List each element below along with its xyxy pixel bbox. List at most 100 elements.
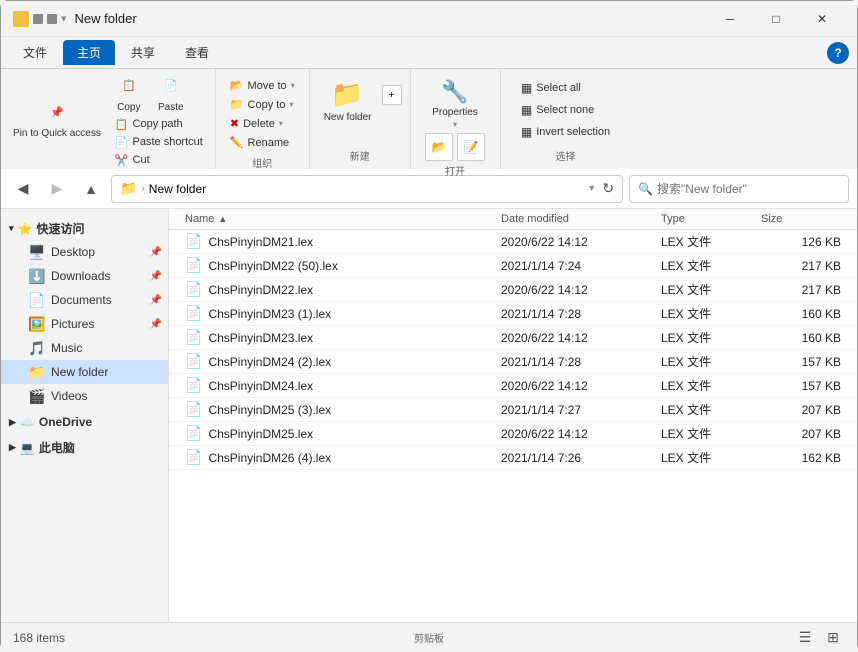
file-size-cell: 207 KB xyxy=(761,427,841,441)
sidebar-item-desktop[interactable]: 🖥️ Desktop 📌 xyxy=(1,240,168,264)
paste-shortcut-label: Paste shortcut xyxy=(133,136,203,148)
properties-icon: 🔧 xyxy=(441,79,468,105)
up-button[interactable]: ▲ xyxy=(77,175,105,203)
music-icon: 🎵 xyxy=(29,340,45,356)
sidebar-item-videos[interactable]: 🎬 Videos xyxy=(1,384,168,408)
tab-share[interactable]: 共享 xyxy=(117,40,169,65)
file-name-text: ChsPinyinDM26 (4).lex xyxy=(208,451,331,465)
documents-icon: 📄 xyxy=(29,292,45,308)
table-row[interactable]: 📄 ChsPinyinDM24.lex 2020/6/22 14:12 LEX … xyxy=(169,374,857,398)
copy-button[interactable]: 📋 Copy xyxy=(109,70,149,115)
file-type-icon: 📄 xyxy=(185,377,202,394)
tab-home[interactable]: 主页 xyxy=(63,40,115,65)
title-separator: ▾ xyxy=(61,12,67,25)
search-box[interactable]: 🔍 xyxy=(629,175,849,203)
address-path[interactable]: 📁 › New folder ▾ ↻ xyxy=(111,175,623,203)
table-row[interactable]: 📄 ChsPinyinDM26 (4).lex 2021/1/14 7:26 L… xyxy=(169,446,857,470)
file-type-icon: 📄 xyxy=(185,329,202,346)
pin-to-quick-access-button[interactable]: 📌 Pin to Quick access xyxy=(7,96,107,142)
file-type-cell: LEX 文件 xyxy=(661,401,761,418)
sidebar-item-pictures[interactable]: 🖼️ Pictures 📌 xyxy=(1,312,168,336)
file-type-cell: LEX 文件 xyxy=(661,353,761,370)
refresh-icon[interactable]: ↻ xyxy=(602,180,614,197)
thispc-header[interactable]: ▶ 💻 此电脑 xyxy=(1,436,168,459)
move-to-button[interactable]: 📂 Move to ▾ xyxy=(224,77,301,94)
col-size[interactable]: Size xyxy=(761,213,841,225)
back-button[interactable]: ◀ xyxy=(9,175,37,203)
table-row[interactable]: 📄 ChsPinyinDM22 (50).lex 2021/1/14 7:24 … xyxy=(169,254,857,278)
path-dropdown-icon[interactable]: ▾ xyxy=(589,183,594,194)
file-type-cell: LEX 文件 xyxy=(661,257,761,274)
copy-label: Copy xyxy=(117,102,140,113)
new-folder-icon: 📁 xyxy=(331,79,363,110)
properties-button[interactable]: 🔧 Properties ▾ xyxy=(426,77,484,131)
sidebar-item-documents[interactable]: 📄 Documents 📌 xyxy=(1,288,168,312)
file-date-cell: 2020/6/22 14:12 xyxy=(501,283,661,297)
close-button[interactable]: ✕ xyxy=(799,3,845,35)
sidebar: ▾ ⭐ 快速访问 🖥️ Desktop 📌 ⬇️ Downloads 📌 📄 D… xyxy=(1,209,169,622)
ribbon-group-open: 🔧 Properties ▾ 📂 📝 打开 xyxy=(411,69,501,169)
minimize-button[interactable]: ─ xyxy=(707,3,753,35)
invert-selection-button[interactable]: ▦ Invert selection xyxy=(515,123,616,141)
videos-icon: 🎬 xyxy=(29,388,45,404)
file-type-cell: LEX 文件 xyxy=(661,377,761,394)
organize-group-label: 组织 xyxy=(252,153,272,172)
file-list: Name ▲ Date modified Type Size 📄 ChsPiny… xyxy=(169,209,857,622)
onedrive-header[interactable]: ▶ ☁️ OneDrive xyxy=(1,412,168,432)
file-name-text: ChsPinyinDM23.lex xyxy=(208,331,313,345)
table-row[interactable]: 📄 ChsPinyinDM23.lex 2020/6/22 14:12 LEX … xyxy=(169,326,857,350)
paste-button[interactable]: 📄 Paste xyxy=(151,70,191,115)
edit-button[interactable]: 📝 xyxy=(457,133,485,161)
cut-button[interactable]: ✂️ Cut xyxy=(109,152,209,169)
sidebar-item-downloads[interactable]: ⬇️ Downloads 📌 xyxy=(1,264,168,288)
table-row[interactable]: 📄 ChsPinyinDM23 (1).lex 2021/1/14 7:28 L… xyxy=(169,302,857,326)
help-button[interactable]: ? xyxy=(827,42,849,64)
onedrive-icon: ☁️ xyxy=(20,415,35,429)
quick-access-star-icon: ⭐ xyxy=(18,222,33,236)
forward-button[interactable]: ▶ xyxy=(43,175,71,203)
select-all-label: Select all xyxy=(536,82,581,94)
file-type-cell: LEX 文件 xyxy=(661,425,761,442)
copy-to-button[interactable]: 📁 Copy to ▾ xyxy=(224,96,301,113)
col-type[interactable]: Type xyxy=(661,213,761,225)
select-group-label: 选择 xyxy=(556,146,576,165)
file-name-cell: 📄 ChsPinyinDM26 (4).lex xyxy=(185,449,501,466)
search-input[interactable] xyxy=(657,182,840,196)
thispc-label: 此电脑 xyxy=(39,439,75,456)
quick-access-header[interactable]: ▾ ⭐ 快速访问 xyxy=(1,217,168,240)
select-none-button[interactable]: ▦ Select none xyxy=(515,101,616,119)
file-name-cell: 📄 ChsPinyinDM23.lex xyxy=(185,329,501,346)
file-type-icon: 📄 xyxy=(185,233,202,250)
new-folder-button[interactable]: 📁 New folder xyxy=(318,77,378,125)
open-button[interactable]: 📂 xyxy=(425,133,453,161)
window-controls: ─ □ ✕ xyxy=(707,3,845,35)
select-all-button[interactable]: ▦ Select all xyxy=(515,79,616,97)
cut-icon: ✂️ xyxy=(115,154,129,167)
maximize-button[interactable]: □ xyxy=(753,3,799,35)
search-icon: 🔍 xyxy=(638,182,653,196)
title-icon-small2 xyxy=(47,14,57,24)
tab-file[interactable]: 文件 xyxy=(9,40,61,65)
rename-button[interactable]: ✏️ Rename xyxy=(224,134,301,151)
table-row[interactable]: 📄 ChsPinyinDM21.lex 2020/6/22 14:12 LEX … xyxy=(169,230,857,254)
file-name-text: ChsPinyinDM25 (3).lex xyxy=(208,403,331,417)
table-row[interactable]: 📄 ChsPinyinDM25.lex 2020/6/22 14:12 LEX … xyxy=(169,422,857,446)
table-row[interactable]: 📄 ChsPinyinDM22.lex 2020/6/22 14:12 LEX … xyxy=(169,278,857,302)
file-name-cell: 📄 ChsPinyinDM21.lex xyxy=(185,233,501,250)
file-type-cell: LEX 文件 xyxy=(661,449,761,466)
pin-icon: 📌 xyxy=(43,98,71,126)
file-type-icon: 📄 xyxy=(185,281,202,298)
new-item-button[interactable]: + xyxy=(382,85,402,105)
col-date[interactable]: Date modified xyxy=(501,213,661,225)
col-name[interactable]: Name ▲ xyxy=(185,213,501,225)
table-row[interactable]: 📄 ChsPinyinDM24 (2).lex 2021/1/14 7:28 L… xyxy=(169,350,857,374)
delete-button[interactable]: ✖ Delete ▾ xyxy=(224,115,301,132)
file-size-cell: 160 KB xyxy=(761,307,841,321)
paste-shortcut-button[interactable]: 📄 Paste shortcut xyxy=(109,134,209,151)
file-name-text: ChsPinyinDM21.lex xyxy=(208,235,313,249)
tab-view[interactable]: 查看 xyxy=(171,40,223,65)
copy-path-button[interactable]: 📋 Copy path xyxy=(109,116,209,133)
table-row[interactable]: 📄 ChsPinyinDM25 (3).lex 2021/1/14 7:27 L… xyxy=(169,398,857,422)
sidebar-item-new-folder[interactable]: 📁 New folder xyxy=(1,360,168,384)
sidebar-item-music[interactable]: 🎵 Music xyxy=(1,336,168,360)
